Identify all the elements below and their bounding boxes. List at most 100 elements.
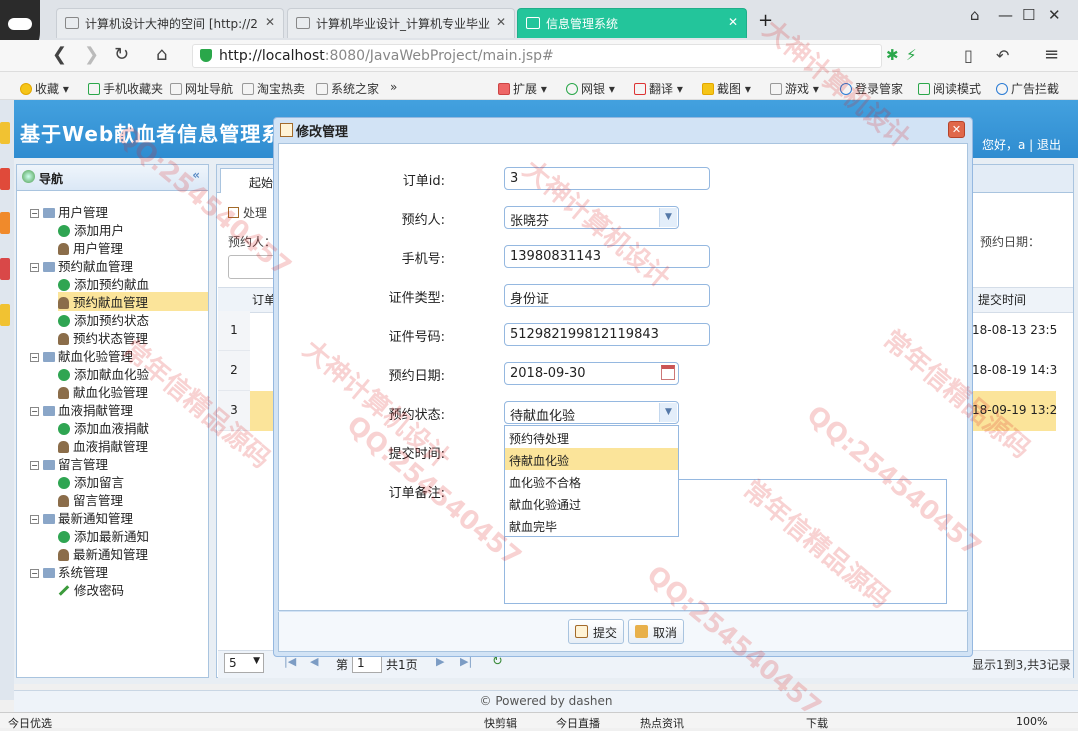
- browser-tab-1[interactable]: 计算机设计大神的空间 [http://2 ✕: [56, 8, 284, 38]
- status-item[interactable]: 热点资讯: [640, 715, 684, 731]
- url-input[interactable]: http://localhost:8080/JavaWebProject/mai…: [192, 44, 882, 68]
- back-icon[interactable]: ❮: [52, 44, 67, 65]
- nav-group[interactable]: − 预约献血管理: [30, 256, 133, 275]
- status-item[interactable]: 下载: [806, 715, 828, 731]
- close-window-icon[interactable]: ✕: [1048, 6, 1061, 24]
- forward-icon[interactable]: ❯: [84, 44, 99, 65]
- browser-tab-2[interactable]: 计算机毕业设计_计算机专业毕业 ✕: [287, 8, 515, 38]
- bookmark-item[interactable]: 系统之家: [316, 80, 379, 97]
- user-greeting[interactable]: 您好，a | 退出: [982, 136, 1061, 153]
- skin-icon[interactable]: ⌂: [970, 6, 980, 24]
- phone-input[interactable]: 13980831143: [504, 245, 710, 268]
- status-item[interactable]: 快剪辑: [484, 715, 517, 731]
- side-tool-icon[interactable]: [0, 258, 10, 280]
- state-option[interactable]: 血化验不合格: [505, 470, 678, 492]
- cert-type-input[interactable]: 身份证: [504, 284, 710, 307]
- row-time-cell[interactable]: 18-09-19 13:2: [972, 403, 1057, 417]
- bookmark-item[interactable]: 网银 ▾: [566, 80, 615, 97]
- nav-item[interactable]: 添加献血化验: [58, 364, 149, 383]
- tree-toggle-icon[interactable]: −: [30, 209, 39, 218]
- nav-item[interactable]: 添加用户: [58, 220, 124, 239]
- bookmark-item[interactable]: 广告拦截: [996, 80, 1059, 97]
- nav-group[interactable]: − 留言管理: [30, 454, 108, 473]
- calendar-icon[interactable]: [661, 365, 675, 380]
- browser-tab-active[interactable]: 信息管理系统 ✕: [517, 8, 747, 38]
- phone-icon[interactable]: ▯: [964, 46, 973, 65]
- nav-item[interactable]: 最新通知管理: [58, 544, 148, 563]
- nav-item[interactable]: 添加血液捐献: [58, 418, 149, 437]
- bookmark-item[interactable]: 收藏 ▾: [20, 80, 69, 97]
- nav-item[interactable]: 添加最新通知: [58, 526, 149, 545]
- nav-group[interactable]: − 献血化验管理: [30, 346, 133, 365]
- cancel-button[interactable]: 取消: [628, 619, 685, 644]
- nav-group[interactable]: − 系统管理: [30, 562, 108, 581]
- nav-item[interactable]: 预约献血管理: [58, 292, 208, 311]
- nav-item[interactable]: 添加预约献血: [58, 274, 149, 293]
- nav-item[interactable]: 预约状态管理: [58, 328, 148, 347]
- column-header-time[interactable]: 提交时间: [978, 291, 1026, 308]
- tree-toggle-icon[interactable]: −: [30, 461, 39, 470]
- bookmark-more[interactable]: »: [390, 80, 397, 94]
- state-option[interactable]: 献血完毕: [505, 514, 678, 536]
- nav-group[interactable]: − 血液捐献管理: [30, 400, 133, 419]
- bookmark-item[interactable]: 阅读模式: [918, 80, 981, 97]
- minimize-icon[interactable]: —: [998, 6, 1013, 24]
- bookmark-item[interactable]: 扩展 ▾: [498, 80, 547, 97]
- nav-item[interactable]: 用户管理: [58, 238, 123, 257]
- state-option[interactable]: 预约待处理: [505, 426, 678, 448]
- tree-toggle-icon[interactable]: −: [30, 353, 39, 362]
- home-icon[interactable]: ⌂: [156, 44, 167, 65]
- side-tool-icon[interactable]: [0, 212, 10, 234]
- close-icon[interactable]: ✕: [265, 15, 275, 29]
- tree-toggle-icon[interactable]: −: [30, 515, 39, 524]
- menu-icon[interactable]: ≡: [1044, 44, 1059, 65]
- reload-icon[interactable]: ↻: [114, 44, 129, 65]
- order-id-input[interactable]: 3: [504, 167, 710, 190]
- tree-toggle-icon[interactable]: −: [30, 407, 39, 416]
- date-input[interactable]: 2018-09-30: [504, 362, 679, 385]
- maximize-icon[interactable]: ☐: [1022, 6, 1035, 24]
- chevron-down-icon[interactable]: ▼: [659, 403, 677, 422]
- bookmark-item[interactable]: 游戏 ▾: [770, 80, 819, 97]
- nav-item[interactable]: 献血化验管理: [58, 382, 148, 401]
- status-item[interactable]: 今日直播: [556, 715, 600, 731]
- cert-no-input[interactable]: 512982199812119843: [504, 323, 710, 346]
- nav-item[interactable]: 修改密码: [58, 580, 124, 599]
- bookmark-item[interactable]: 截图 ▾: [702, 80, 751, 97]
- nav-item[interactable]: 留言管理: [58, 490, 123, 509]
- process-button[interactable]: 处理: [228, 204, 267, 221]
- submit-button[interactable]: 提交: [568, 619, 625, 644]
- tree-toggle-icon[interactable]: −: [30, 569, 39, 578]
- page-size-select[interactable]: 5 ▼: [224, 653, 264, 673]
- person-select[interactable]: 张晓芬 ▼: [504, 206, 679, 229]
- status-item[interactable]: 今日优选: [8, 715, 52, 731]
- close-icon[interactable]: ✕: [728, 15, 738, 29]
- row-time-cell[interactable]: 18-08-13 23:5: [972, 323, 1057, 337]
- nav-group[interactable]: − 最新通知管理: [30, 508, 133, 527]
- collapse-icon[interactable]: «: [192, 168, 200, 182]
- nav-group[interactable]: − 用户管理: [30, 202, 108, 221]
- state-select[interactable]: 待献血化验 ▼: [504, 401, 679, 424]
- lightning-icon[interactable]: ⚡: [906, 46, 917, 64]
- new-tab-button[interactable]: +: [758, 10, 773, 31]
- close-icon[interactable]: ✕: [948, 121, 965, 138]
- bookmark-item[interactable]: 手机收藏夹: [88, 80, 163, 97]
- bookmark-item[interactable]: 登录管家: [840, 80, 903, 97]
- tree-toggle-icon[interactable]: −: [30, 263, 39, 272]
- zoom-level[interactable]: 100%: [1016, 715, 1047, 728]
- state-option-selected[interactable]: 待献血化验: [505, 448, 678, 470]
- row-time-cell[interactable]: 18-08-19 14:3: [972, 363, 1057, 377]
- side-tool-icon[interactable]: [0, 168, 10, 190]
- side-tool-icon[interactable]: [0, 122, 10, 144]
- chevron-down-icon[interactable]: ▼: [659, 208, 677, 227]
- bookmark-item[interactable]: 淘宝热卖: [242, 80, 305, 97]
- close-icon[interactable]: ✕: [496, 15, 506, 29]
- nav-item[interactable]: 添加留言: [58, 472, 124, 491]
- bookmark-item[interactable]: 网址导航: [170, 80, 233, 97]
- bookmark-item[interactable]: 翻译 ▾: [634, 80, 683, 97]
- nav-item[interactable]: 血液捐献管理: [58, 436, 148, 455]
- undo-icon[interactable]: ↶: [996, 46, 1009, 65]
- refresh-speed-icon[interactable]: ✱: [886, 46, 899, 64]
- side-tool-icon[interactable]: [0, 304, 10, 326]
- nav-item[interactable]: 添加预约状态: [58, 310, 149, 329]
